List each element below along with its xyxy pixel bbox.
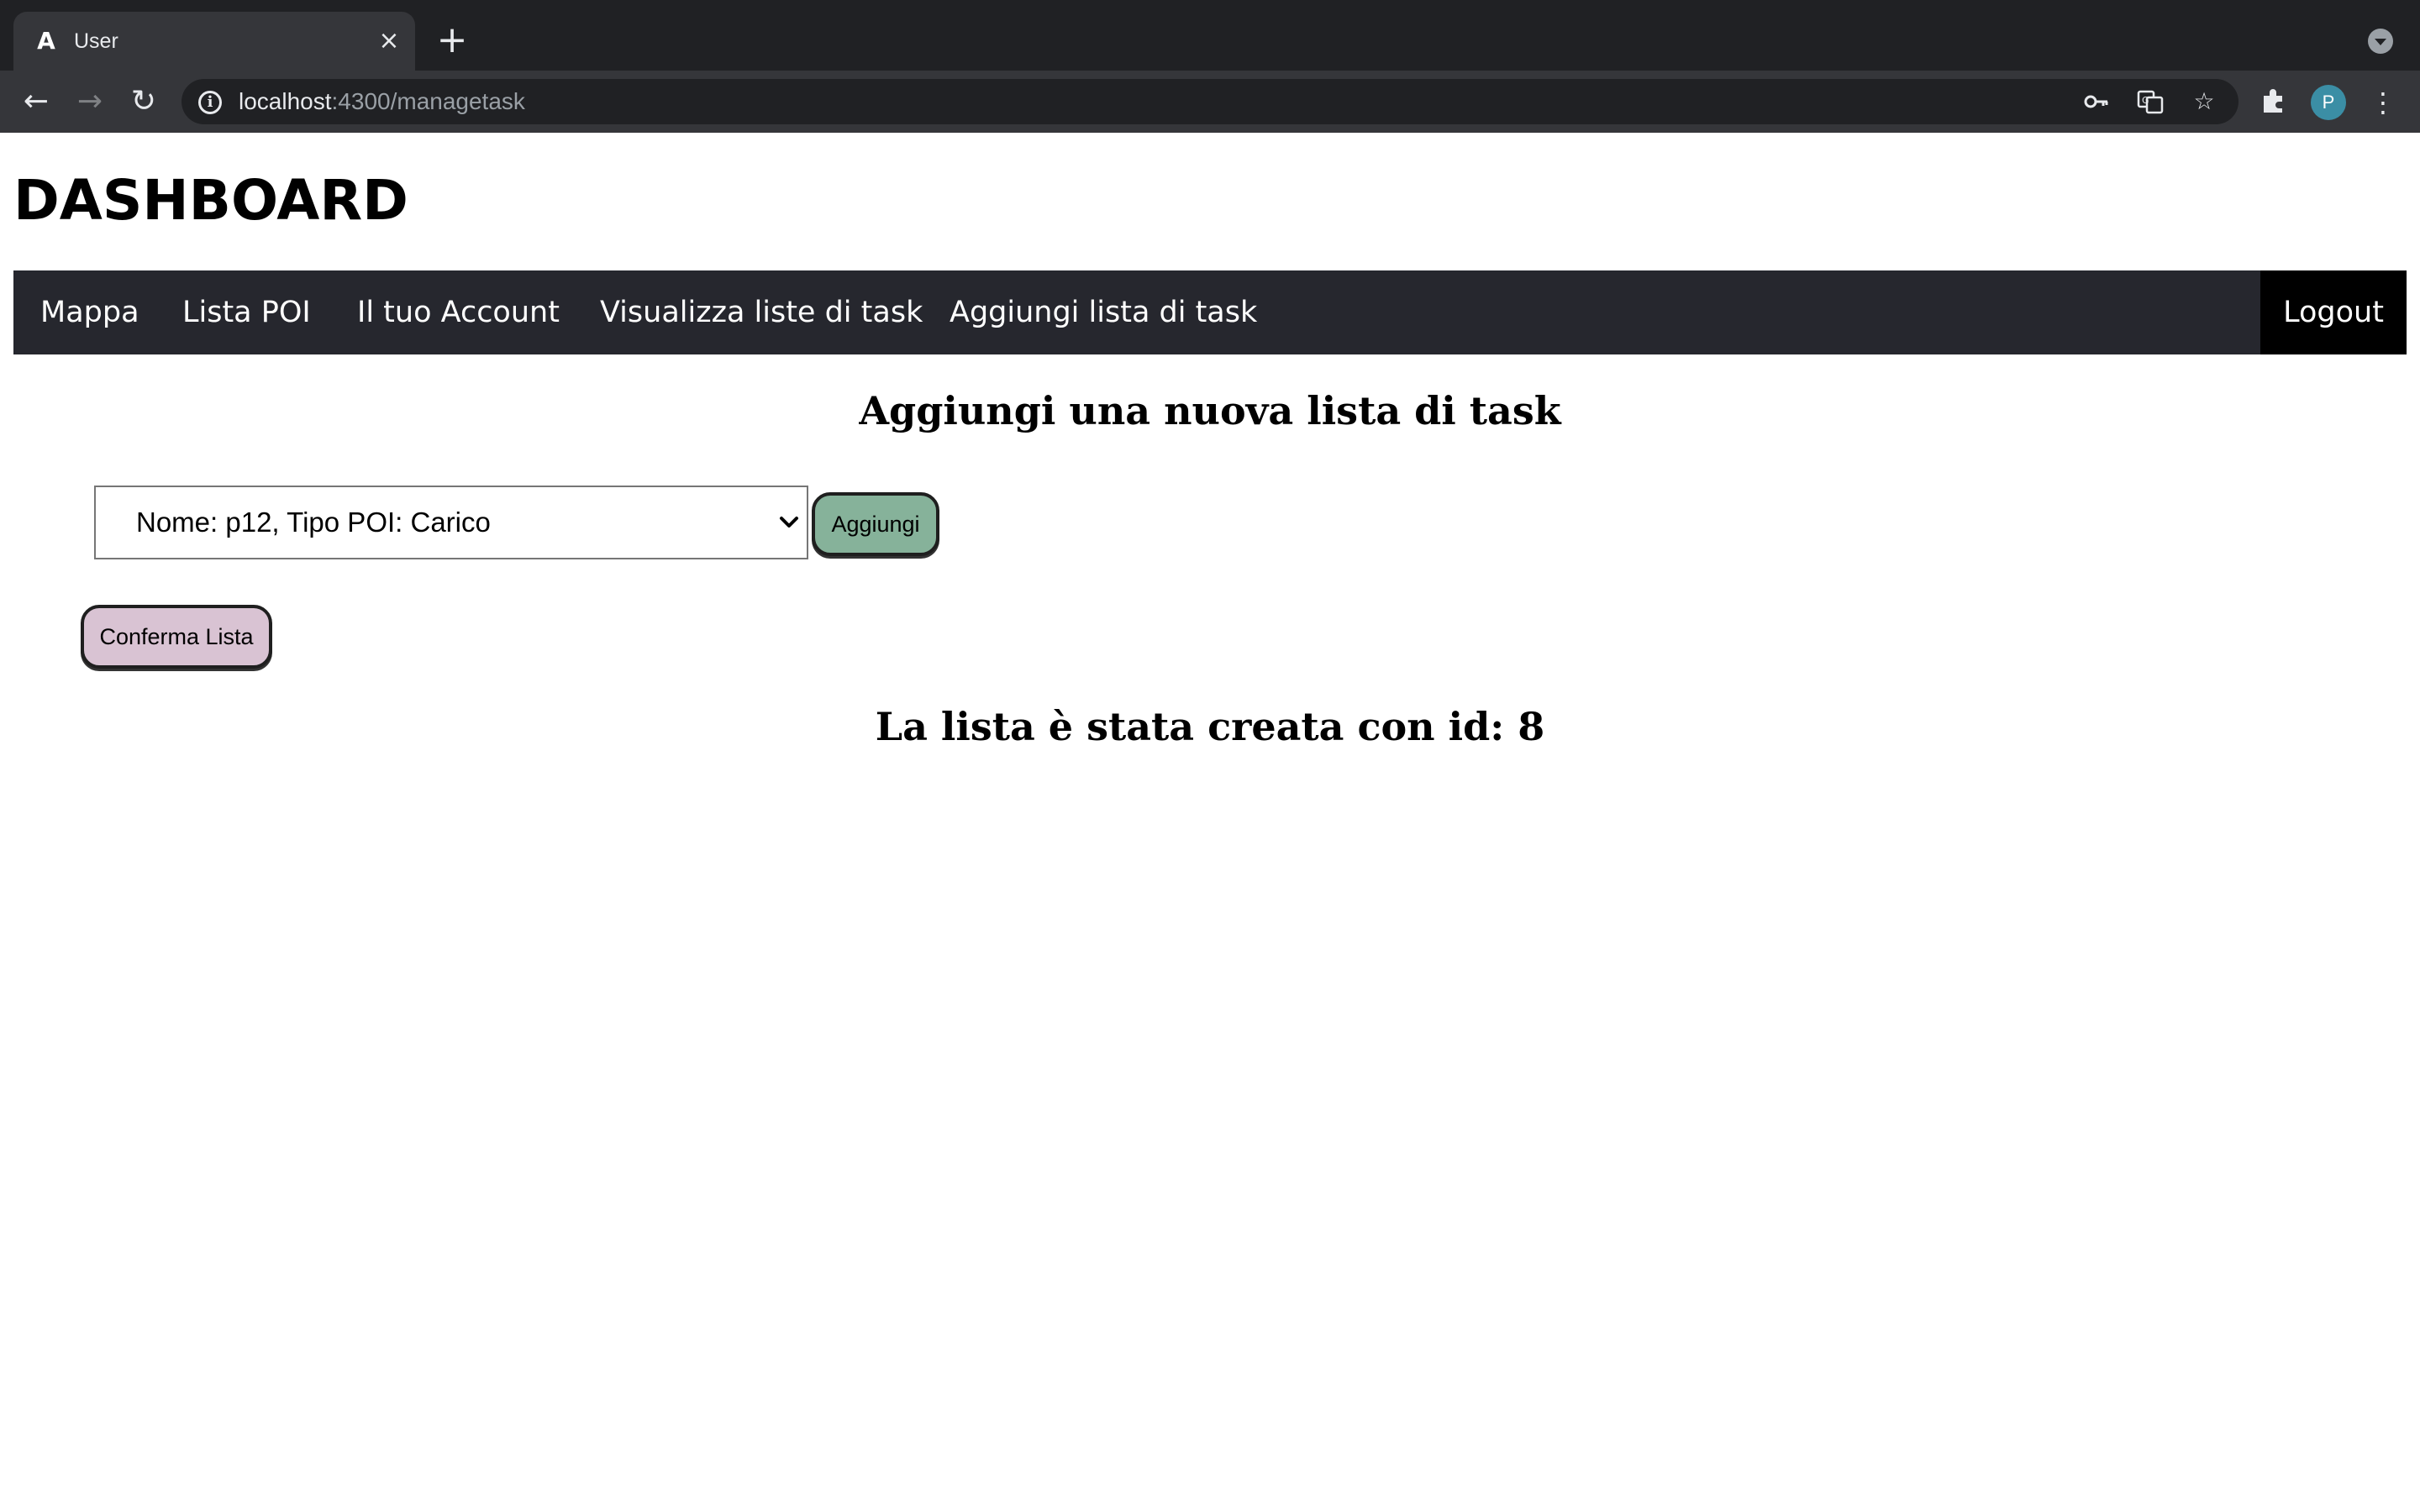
address-bar[interactable]: i localhost:4300/managetask G ☆ [182,79,2238,124]
confirm-list-button[interactable]: Conferma Lista [81,605,272,669]
tab-search-icon[interactable] [2368,29,2393,54]
translate-icon[interactable]: G [2136,87,2165,116]
form-heading: Aggiungi una nuova lista di task [859,388,1561,433]
poi-select-value: Nome: p12, Tipo POI: Carico [136,507,491,538]
back-icon[interactable]: ← [15,81,57,123]
main-navbar: Mappa Lista POI Il tuo Account Visualizz… [13,270,2407,354]
poi-select[interactable]: Nome: p12, Tipo POI: Carico [94,486,808,559]
nav-item-aggiungi-lista[interactable]: Aggiungi lista di task [950,270,1257,354]
result-message: La lista è stata creata con id: 8 [875,704,1545,749]
reload-icon[interactable]: ↻ [123,81,165,123]
browser-menu-icon[interactable]: ⋮ [2366,86,2400,119]
add-poi-button[interactable]: Aggiungi [812,492,939,556]
logout-button[interactable]: Logout [2260,270,2407,354]
profile-avatar[interactable]: P [2311,85,2346,120]
url-text[interactable]: localhost:4300/managetask [239,87,525,116]
forward-icon[interactable]: → [69,81,111,123]
page-title: DASHBOARD [13,168,408,233]
chevron-down-icon [780,517,798,528]
nav-item-visualizza-liste[interactable]: Visualizza liste di task [600,270,923,354]
browser-toolbar: ← → ↻ i localhost:4300/managetask G ☆ P … [0,71,2420,133]
angular-favicon-icon: A [37,27,55,55]
extensions-icon[interactable] [2257,86,2291,119]
close-tab-icon[interactable]: × [375,27,403,55]
browser-tabstrip: A User × + [0,0,2420,71]
site-info-icon[interactable]: i [198,91,222,114]
nav-item-lista-poi[interactable]: Lista POI [182,270,311,354]
nav-item-account[interactable]: Il tuo Account [357,270,560,354]
browser-tab[interactable]: A User × [13,12,415,71]
tab-title: User [74,29,118,53]
nav-item-mappa[interactable]: Mappa [40,270,139,354]
svg-text:G: G [2142,95,2149,106]
key-icon[interactable] [2082,87,2111,116]
bookmark-star-icon[interactable]: ☆ [2190,87,2218,116]
new-tab-icon[interactable]: + [435,22,469,59]
